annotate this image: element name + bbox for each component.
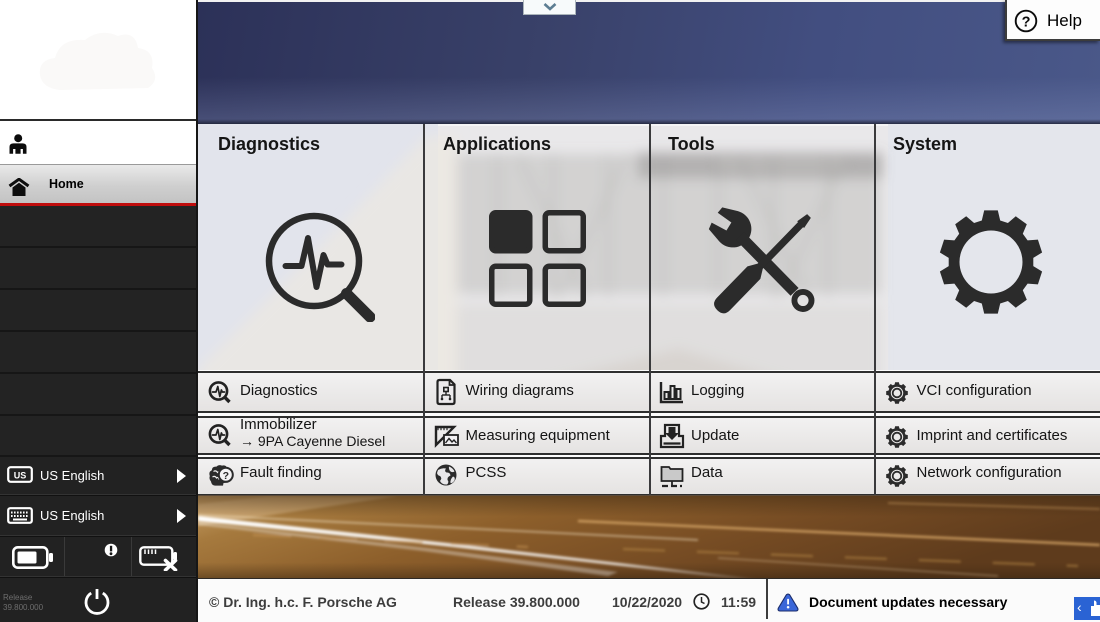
- svg-text:US: US: [14, 470, 27, 480]
- svg-text:?: ?: [223, 470, 229, 482]
- svg-text:?: ?: [1022, 14, 1031, 30]
